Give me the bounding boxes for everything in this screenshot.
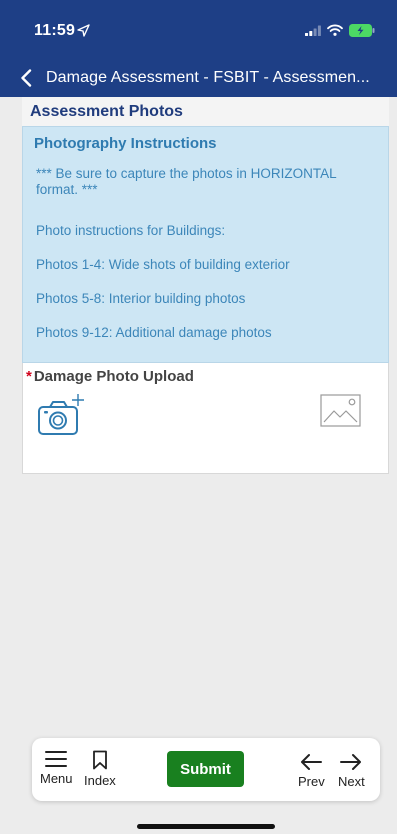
- submit-button[interactable]: Submit: [167, 751, 244, 787]
- top-bar: 11:59 Damage Assessment - FSBIT - Assess…: [0, 0, 397, 97]
- required-marker: *: [26, 368, 32, 385]
- navigation-bar: Damage Assessment - FSBIT - Assessmen...: [0, 58, 397, 97]
- nav-title: Damage Assessment - FSBIT - Assessmen...: [46, 68, 370, 86]
- arrow-left-icon: [301, 754, 323, 770]
- instruction-line: Photo instructions for Buildings:: [36, 223, 226, 238]
- next-button[interactable]: Next: [338, 753, 365, 789]
- section-title: Assessment Photos: [30, 102, 183, 120]
- battery-charging-icon: [349, 23, 375, 37]
- bottom-toolbar: Menu Index Submit Prev Next: [32, 738, 380, 801]
- home-indicator: [137, 824, 275, 829]
- image-preview[interactable]: [320, 394, 362, 433]
- status-icons: [305, 22, 375, 38]
- status-bar: 11:59: [0, 0, 397, 58]
- prev-button[interactable]: Prev: [298, 753, 325, 789]
- prev-label: Prev: [298, 774, 325, 789]
- hamburger-menu-icon: [45, 751, 68, 767]
- menu-label: Menu: [40, 771, 73, 786]
- signal-icon: [305, 25, 321, 36]
- instruction-line: Photos 5-8: Interior building photos: [36, 291, 246, 306]
- photo-upload-field: * Damage Photo Upload: [22, 363, 389, 474]
- status-time: 11:59: [34, 22, 90, 40]
- section-header: Assessment Photos: [22, 97, 389, 126]
- instructions-panel: Photography Instructions *** Be sure to …: [22, 126, 389, 363]
- menu-button[interactable]: Menu: [40, 750, 73, 786]
- next-label: Next: [338, 774, 365, 789]
- instruction-line: *** Be sure to capture the photos in HOR…: [36, 166, 337, 197]
- chevron-left-icon: [21, 68, 32, 87]
- index-label: Index: [84, 773, 116, 788]
- bookmark-icon: [93, 750, 107, 770]
- image-placeholder-icon: [320, 394, 361, 427]
- back-button[interactable]: [0, 58, 44, 97]
- instructions-title: Photography Instructions: [34, 135, 217, 152]
- arrow-right-icon: [340, 754, 362, 770]
- index-button[interactable]: Index: [84, 750, 116, 788]
- location-arrow-icon: [77, 24, 90, 37]
- status-time-text: 11:59: [34, 22, 76, 39]
- upload-label-text: Damage Photo Upload: [33, 368, 194, 385]
- camera-button[interactable]: [37, 393, 85, 442]
- camera-add-icon: [38, 394, 84, 435]
- instruction-line: Photos 1-4: Wide shots of building exter…: [36, 257, 290, 272]
- wifi-icon: [327, 24, 343, 36]
- upload-label: * Damage Photo Upload: [26, 368, 194, 385]
- instruction-line: Photos 9-12: Additional damage photos: [36, 325, 272, 340]
